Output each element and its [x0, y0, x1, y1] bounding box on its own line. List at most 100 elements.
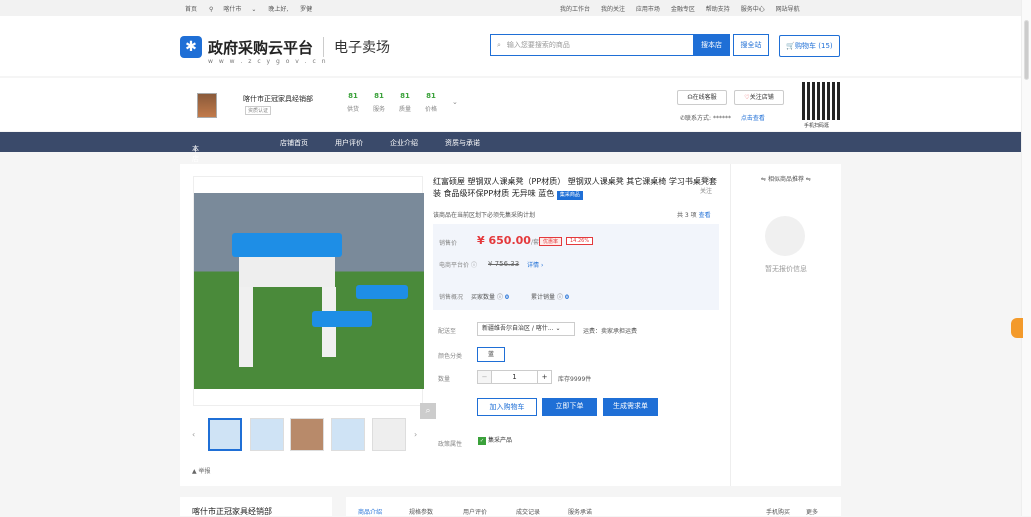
score-value: 81 — [426, 92, 436, 100]
chevron-down-icon[interactable]: ⌄ — [452, 98, 458, 106]
thumbnail-strip: ‹ › — [192, 418, 422, 452]
discount-rate: 14.26% — [566, 237, 594, 245]
user-name[interactable]: 罗健 — [300, 6, 312, 13]
platform-price: ¥ 756.33 — [488, 260, 520, 268]
tab-reviews[interactable]: 用户评价 — [463, 507, 487, 516]
search-placeholder: 输入您要搜索的商品 — [506, 41, 570, 49]
cart-icon: 🛒 — [786, 42, 796, 50]
desk-top — [232, 233, 342, 257]
chevron-right-icon[interactable]: › — [414, 430, 417, 439]
quantity-label: 数量 — [438, 376, 451, 383]
quantity-input[interactable]: 1 — [492, 370, 537, 384]
site-nav-link[interactable]: 网站导航 — [776, 6, 800, 13]
finance-link[interactable]: 金融专区 — [671, 6, 695, 13]
scroll-thumb[interactable] — [1024, 20, 1029, 80]
nav-store-home[interactable]: 店铺首页 — [280, 138, 308, 148]
add-to-cart-button[interactable]: 加入购物车 — [477, 398, 537, 416]
zoom-icon[interactable]: ⌕ — [420, 403, 436, 419]
desk-leg — [239, 287, 253, 367]
product-main-image[interactable] — [194, 193, 424, 389]
report-label: 举报 — [198, 468, 211, 475]
top-bar: 首页 ⚲ 喀什市 ⌄ 晚上好, 罗健 我的工作台 我的关注 应用市场 金融专区 帮助… — [0, 0, 1021, 16]
check-icon: ✓ — [478, 437, 486, 445]
sales-count-label: 累计销量 — [531, 294, 556, 301]
search-all-button[interactable]: 搜全站 — [733, 34, 769, 56]
thumbnail[interactable] — [208, 418, 242, 451]
float-helper-icon[interactable] — [1011, 318, 1023, 338]
store-nav: 本店所有商品 ⌄ 店铺首页 用户评价 企业介绍 资质与承诺 — [0, 132, 1021, 203]
score-label: 质量 — [398, 106, 411, 113]
online-service-button[interactable]: ☊在线客服 — [677, 90, 727, 105]
logo-url: w w w . z c y g o v . c n — [208, 58, 328, 65]
nav-reviews[interactable]: 用户评价 — [335, 138, 363, 148]
sale-price-value: ¥ 650.00 — [477, 234, 531, 247]
score-value: 81 — [400, 92, 410, 100]
create-demand-button[interactable]: 生成需求单 — [603, 398, 658, 416]
home-link[interactable]: 首页 — [185, 6, 197, 13]
score-value: 81 — [348, 92, 358, 100]
nav-qualification[interactable]: 资质与承诺 — [445, 138, 480, 148]
search-input[interactable]: ⌕ 输入您要搜索的商品 — [490, 34, 694, 56]
color-option[interactable]: 蓝 — [477, 347, 505, 362]
greeting: 晚上好, — [268, 6, 289, 13]
app-market-link[interactable]: 应用市场 — [636, 6, 660, 13]
nav-company[interactable]: 企业介绍 — [390, 138, 418, 148]
chevron-right-icon[interactable]: ⇋ — [806, 176, 811, 183]
tab-description[interactable]: 商品介绍 — [358, 507, 382, 516]
score-label: 价格 — [424, 106, 437, 113]
qr-code — [802, 82, 840, 120]
sales-count: 累计销量 ⓘ 0 — [531, 292, 569, 301]
my-follow-link[interactable]: 我的关注 — [601, 6, 625, 13]
plus-icon[interactable]: + — [537, 370, 552, 384]
store-name[interactable]: 喀什市正冠家具经销部 — [243, 94, 313, 104]
similar-title: 相似商品推荐 — [767, 176, 804, 183]
store-avatar[interactable] — [197, 93, 217, 118]
search-icon: ⌕ — [497, 40, 501, 49]
store-tag: 资质认证 — [245, 106, 272, 115]
service-link[interactable]: 服务中心 — [741, 6, 765, 13]
location-icon: ⚲ — [208, 6, 214, 13]
contact-label: 联系方式: — [685, 115, 712, 122]
policy-tag: ✓ 集采产品 — [478, 435, 512, 445]
thumbnail[interactable] — [290, 418, 324, 451]
score-label: 供货 — [346, 106, 359, 113]
report-link[interactable]: ▲ 举报 — [192, 466, 211, 475]
mobile-buy-link[interactable]: 手机购买 — [766, 507, 790, 516]
contact-link[interactable]: 点击查看 — [741, 115, 765, 122]
minus-icon[interactable]: − — [477, 370, 492, 384]
sales-count-value: 0 — [564, 294, 570, 301]
stock-info: 库存9999件 — [558, 376, 592, 383]
tab-specs[interactable]: 规格参数 — [409, 507, 433, 516]
quantity-stepper: − 1 + — [477, 370, 552, 384]
platform-detail-link[interactable]: 详情 › — [527, 260, 543, 269]
buyer-count: 买家数量 ⓘ 0 — [471, 292, 509, 301]
site-logo[interactable]: ✱ 政府采购云平台 w w w . z c y g o v . c n 电子卖场 — [180, 36, 390, 65]
favorite-button[interactable]: ♡ 关注 — [700, 176, 712, 195]
chevron-left-icon[interactable]: ⇋ — [761, 176, 766, 183]
buy-now-button[interactable]: 立即下单 — [542, 398, 597, 416]
cart-label: 购物车 (15) — [795, 42, 833, 50]
score-value: 81 — [374, 92, 384, 100]
help-link[interactable]: 帮助支持 — [706, 6, 730, 13]
chevron-left-icon[interactable]: ‹ — [192, 430, 195, 439]
qr-label: 手机扫码逛 — [804, 123, 830, 129]
thumbnail[interactable] — [250, 418, 284, 451]
favorite-label: 关注 — [700, 188, 713, 195]
follow-store-button[interactable]: ♡关注店铺 — [734, 90, 784, 105]
deliver-select[interactable]: 新疆维吾尔自治区 / 喀什... ⌄ — [477, 322, 575, 336]
platform-price-text: 电商平台价 — [439, 262, 470, 269]
color-label: 颜色分类 — [438, 353, 463, 360]
thumbnail[interactable] — [331, 418, 365, 451]
search-store-button[interactable]: 搜本店 — [693, 34, 730, 56]
buyer-count-label: 买家数量 — [471, 294, 496, 301]
workbench-link[interactable]: 我的工作台 — [560, 6, 590, 13]
score-label: 服务 — [372, 106, 385, 113]
tab-transactions[interactable]: 成交记录 — [516, 507, 540, 516]
cart-button[interactable]: 🛒购物车 (15) — [779, 35, 840, 57]
tab-service[interactable]: 服务承诺 — [568, 507, 592, 516]
location-select[interactable]: 喀什市 — [223, 6, 241, 13]
thumbnail[interactable] — [372, 418, 406, 451]
scrollbar[interactable] — [1021, 0, 1031, 516]
more-link[interactable]: 更多 — [806, 507, 818, 516]
total-link[interactable]: 查看 — [699, 212, 711, 219]
